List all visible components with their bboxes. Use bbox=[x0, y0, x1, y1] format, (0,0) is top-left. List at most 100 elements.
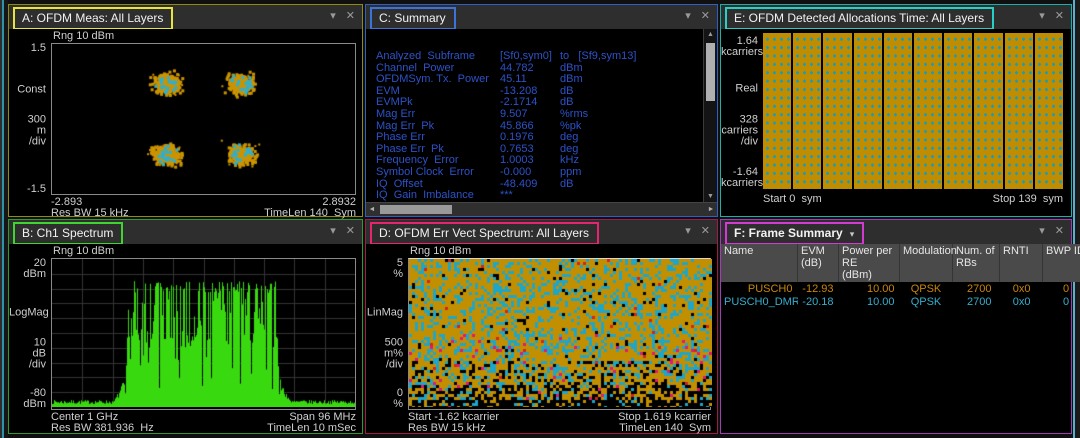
column-header[interactable]: Power per RE(dBm) bbox=[839, 244, 900, 282]
spectrum-canvas bbox=[52, 259, 355, 407]
close-icon[interactable]: ✕ bbox=[701, 10, 710, 22]
y-axis-labels: 20dBmLogMag10dB/div-80dBm bbox=[9, 258, 49, 410]
axis-tick-label: 20dBm bbox=[9, 258, 46, 280]
close-icon[interactable]: ✕ bbox=[346, 225, 355, 237]
panel-e-titlebar: E: OFDM Detected Allocations Time: All L… bbox=[721, 5, 1071, 29]
summary-row: EVM-13.208dB bbox=[376, 86, 703, 98]
allocation-bar bbox=[914, 33, 942, 189]
spectrum-plot bbox=[51, 258, 356, 410]
table-cell: QPSK bbox=[900, 295, 953, 308]
table-cell: 0x0 bbox=[1000, 282, 1043, 295]
close-icon[interactable]: ✕ bbox=[1055, 10, 1064, 22]
allocation-bar bbox=[854, 33, 882, 189]
summary-row: OFDMSym. Tx. Power45.11dBm bbox=[376, 74, 703, 86]
scroll-up-icon[interactable]: ▲ bbox=[704, 29, 717, 41]
close-icon[interactable]: ✕ bbox=[701, 225, 710, 237]
allocation-bar bbox=[974, 33, 1002, 189]
panel-a-title: A: OFDM Meas: All Layers bbox=[22, 11, 163, 25]
column-header[interactable]: Modulation bbox=[900, 244, 953, 282]
axis-tick-label: LinMag bbox=[366, 307, 403, 318]
allocation-bar bbox=[823, 33, 851, 189]
column-header[interactable]: Num. ofRBs bbox=[953, 244, 1000, 282]
panel-c-titlebar: C: Summary ▾ ✕ bbox=[366, 5, 717, 29]
table-cell: 2700 bbox=[953, 282, 1000, 295]
allocation-bar bbox=[793, 33, 821, 189]
tab-err-vect-spectrum[interactable]: D: OFDM Err Vect Spectrum: All Layers bbox=[370, 222, 599, 244]
panel-b-titlebar: B: Ch1 Spectrum ▾ ✕ bbox=[9, 220, 362, 244]
table-cell: 10.00 bbox=[839, 282, 900, 295]
scrollbar-thumb[interactable] bbox=[380, 205, 452, 214]
evm-scatter-canvas bbox=[409, 259, 712, 407]
panel-c-title: C: Summary bbox=[379, 11, 446, 25]
table-row[interactable]: PUSCH0_DMRS-20.1810.00QPSK27000x00 bbox=[721, 295, 1080, 308]
y-axis-labels: 1.64kcarriersReal328carriers/div-1.64kca… bbox=[721, 33, 761, 189]
table-cell: PUSCH0_DMRS bbox=[721, 295, 798, 308]
axis-tick-label: 1.64kcarriers bbox=[721, 36, 758, 58]
summary-row: Phase Err0.1976deg bbox=[376, 132, 703, 144]
summary-row: Mag Err Pk45.866%pk bbox=[376, 121, 703, 133]
scroll-left-icon[interactable]: ◄ bbox=[366, 203, 378, 216]
minimize-icon[interactable]: ▾ bbox=[330, 225, 336, 237]
allocation-bar bbox=[944, 33, 972, 189]
range-label: Rng 10 dBm bbox=[410, 245, 471, 257]
scrollbar-thumb[interactable] bbox=[706, 43, 715, 101]
panel-d-titlebar: D: OFDM Err Vect Spectrum: All Layers ▾ ✕ bbox=[366, 220, 717, 244]
column-header[interactable]: Name bbox=[721, 244, 798, 282]
panel-ofdm-meas: A: OFDM Meas: All Layers ▾✕ Rng 10 dBm 1… bbox=[8, 4, 363, 217]
summary-row: Analyzed Subframe[Sf0,sym0]to [Sf9,sym13… bbox=[376, 51, 703, 63]
plot-footer: Res BW 15 kHzTimeLen 140 Sym bbox=[51, 207, 356, 219]
table-cell: 0x0 bbox=[1000, 295, 1043, 308]
window-edge-right bbox=[1075, 0, 1080, 438]
tab-summary[interactable]: C: Summary bbox=[370, 7, 456, 29]
column-header[interactable]: RNTI bbox=[1000, 244, 1043, 282]
summary-horizontal-scrollbar[interactable]: ◄ ► bbox=[366, 202, 717, 216]
table-header: NameEVM(dB)Power per RE(dBm)ModulationNu… bbox=[721, 244, 1080, 282]
summary-row: EVMPk-2.1714dB bbox=[376, 97, 703, 109]
panel-ch1-spectrum: B: Ch1 Spectrum ▾ ✕ Rng 10 dBm 20dBm LogMa… bbox=[8, 219, 363, 434]
range-label: Rng 10 dBm bbox=[53, 30, 114, 42]
axis-tick-label: 0% bbox=[366, 388, 403, 410]
tab-frame-summary[interactable]: F: Frame Summary▾ bbox=[725, 222, 864, 244]
minimize-icon[interactable]: ▾ bbox=[685, 225, 691, 237]
plot-footer-2: Res BW 15 kHzTimeLen 140 Sym bbox=[408, 422, 711, 434]
tab-ch1-spectrum[interactable]: B: Ch1 Spectrum bbox=[13, 222, 123, 244]
plot-footer: Start 0 symStop 139 sym bbox=[763, 193, 1063, 205]
axis-tick-label: Real bbox=[721, 84, 758, 95]
minimize-icon[interactable]: ▾ bbox=[1039, 225, 1045, 237]
close-icon[interactable]: ✕ bbox=[1055, 225, 1064, 237]
table-cell: 0 bbox=[1043, 295, 1080, 308]
plot-footer-2: Res BW 381.936 HzTimeLen 10 mSec bbox=[51, 422, 356, 434]
axis-tick-label: LogMag bbox=[9, 307, 46, 318]
minimize-icon[interactable]: ▾ bbox=[1039, 10, 1045, 22]
y-axis-labels: 1.5Const300m/div-1.5 bbox=[9, 43, 49, 195]
table-cell: 2700 bbox=[953, 295, 1000, 308]
column-header[interactable]: EVM(dB) bbox=[798, 244, 839, 282]
table-cell: PUSCH0 bbox=[721, 282, 798, 295]
axis-tick-label: -1.5 bbox=[9, 184, 46, 195]
evm-scatter-plot bbox=[408, 258, 711, 410]
axis-tick-label: -1.64kcarriers bbox=[721, 167, 758, 189]
allocation-bar bbox=[884, 33, 912, 189]
summary-row: IQ Gain Imbalance*** bbox=[376, 190, 703, 202]
table-cell: 10.00 bbox=[839, 295, 900, 308]
summary-vertical-scrollbar[interactable]: ▲ ▼ bbox=[703, 29, 717, 203]
column-header[interactable]: BWP ID bbox=[1043, 244, 1080, 282]
panel-detected-allocations: E: OFDM Detected Allocations Time: All L… bbox=[720, 4, 1072, 217]
tab-ofdm-meas[interactable]: A: OFDM Meas: All Layers bbox=[13, 7, 173, 29]
allocation-bars-plot bbox=[763, 33, 1063, 189]
table-cell: -20.18 bbox=[798, 295, 839, 308]
range-label: Rng 10 dBm bbox=[53, 245, 114, 257]
axis-tick-label: 500m%/div bbox=[366, 337, 403, 370]
y-axis-labels: 5%LinMag500m%/div0% bbox=[366, 258, 406, 410]
minimize-icon[interactable]: ▾ bbox=[330, 10, 336, 22]
table-cell: 0 bbox=[1043, 282, 1080, 295]
axis-tick-label: 10dB/div bbox=[9, 337, 46, 370]
dropdown-icon[interactable]: ▾ bbox=[850, 229, 855, 239]
tab-detected-allocations[interactable]: E: OFDM Detected Allocations Time: All L… bbox=[725, 7, 994, 29]
summary-row: Mag Err9.507%rms bbox=[376, 109, 703, 121]
table-row[interactable]: PUSCH0-12.9310.00QPSK27000x00 bbox=[721, 282, 1080, 295]
axis-tick-label: 300m/div bbox=[9, 115, 46, 148]
close-icon[interactable]: ✕ bbox=[346, 10, 355, 22]
scroll-right-icon[interactable]: ► bbox=[705, 203, 717, 216]
minimize-icon[interactable]: ▾ bbox=[685, 10, 691, 22]
